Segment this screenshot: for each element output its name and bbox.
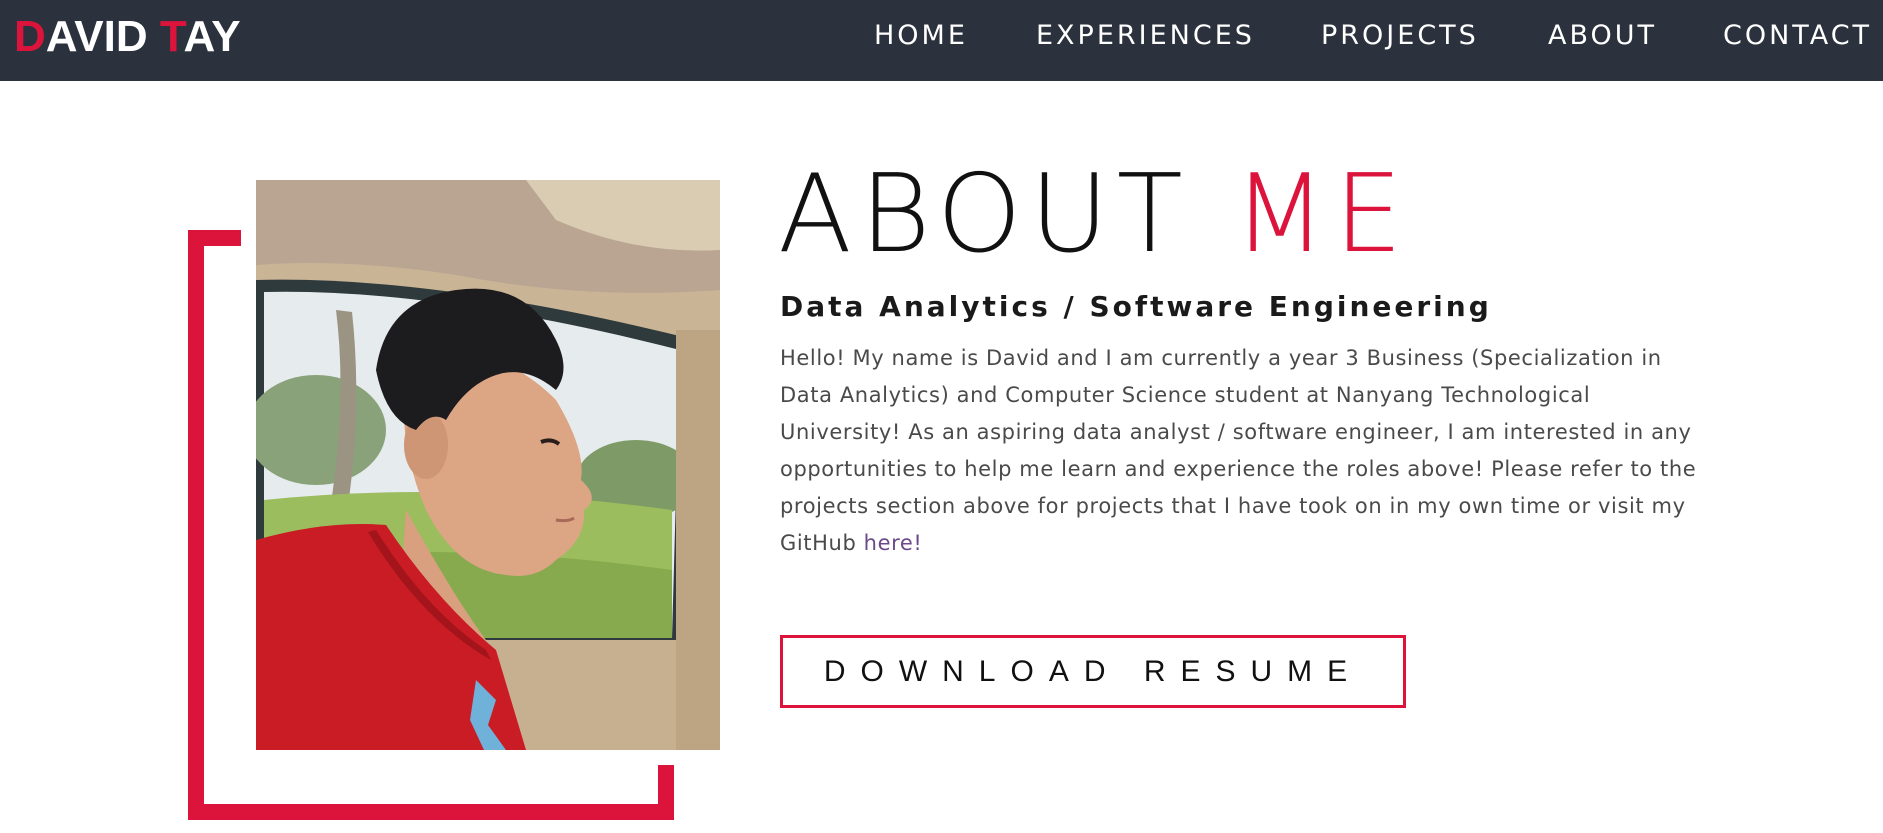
- nav-link-home[interactable]: HOME: [874, 20, 968, 52]
- profile-photo-illustration: [256, 180, 720, 750]
- frame-bottom-bar: [188, 804, 674, 820]
- title-main: ABOUT: [778, 152, 1234, 277]
- title-accent: ME: [1233, 152, 1411, 277]
- github-link[interactable]: here!: [864, 531, 923, 555]
- bio-text: Hello! My name is David and I am current…: [780, 346, 1697, 555]
- nav-link-about[interactable]: ABOUT: [1548, 20, 1657, 52]
- profile-photo: [256, 180, 720, 750]
- subtitle: Data Analytics / Software Engineering: [780, 290, 1492, 323]
- download-resume-button[interactable]: DOWNLOAD RESUME: [780, 635, 1406, 708]
- nav-link-contact[interactable]: CONTACT: [1723, 20, 1872, 52]
- site-logo[interactable]: DAVID TAY: [14, 13, 241, 61]
- frame-left-bar: [188, 230, 204, 820]
- page-title: ABOUT ME: [778, 155, 1410, 275]
- logo-last-initial: T: [159, 12, 184, 61]
- frame-top-bar: [188, 230, 241, 246]
- frame-right-bar: [658, 765, 674, 820]
- logo-last-rest: AY: [183, 12, 241, 61]
- bio-paragraph: Hello! My name is David and I am current…: [780, 340, 1710, 562]
- nav-link-projects[interactable]: PROJECTS: [1321, 20, 1479, 52]
- navbar: DAVID TAY HOME EXPERIENCES PROJECTS ABOU…: [0, 0, 1883, 81]
- logo-first-initial: D: [14, 12, 46, 61]
- nav-link-experiences[interactable]: EXPERIENCES: [1036, 20, 1255, 52]
- logo-first-rest: AVID: [45, 12, 160, 61]
